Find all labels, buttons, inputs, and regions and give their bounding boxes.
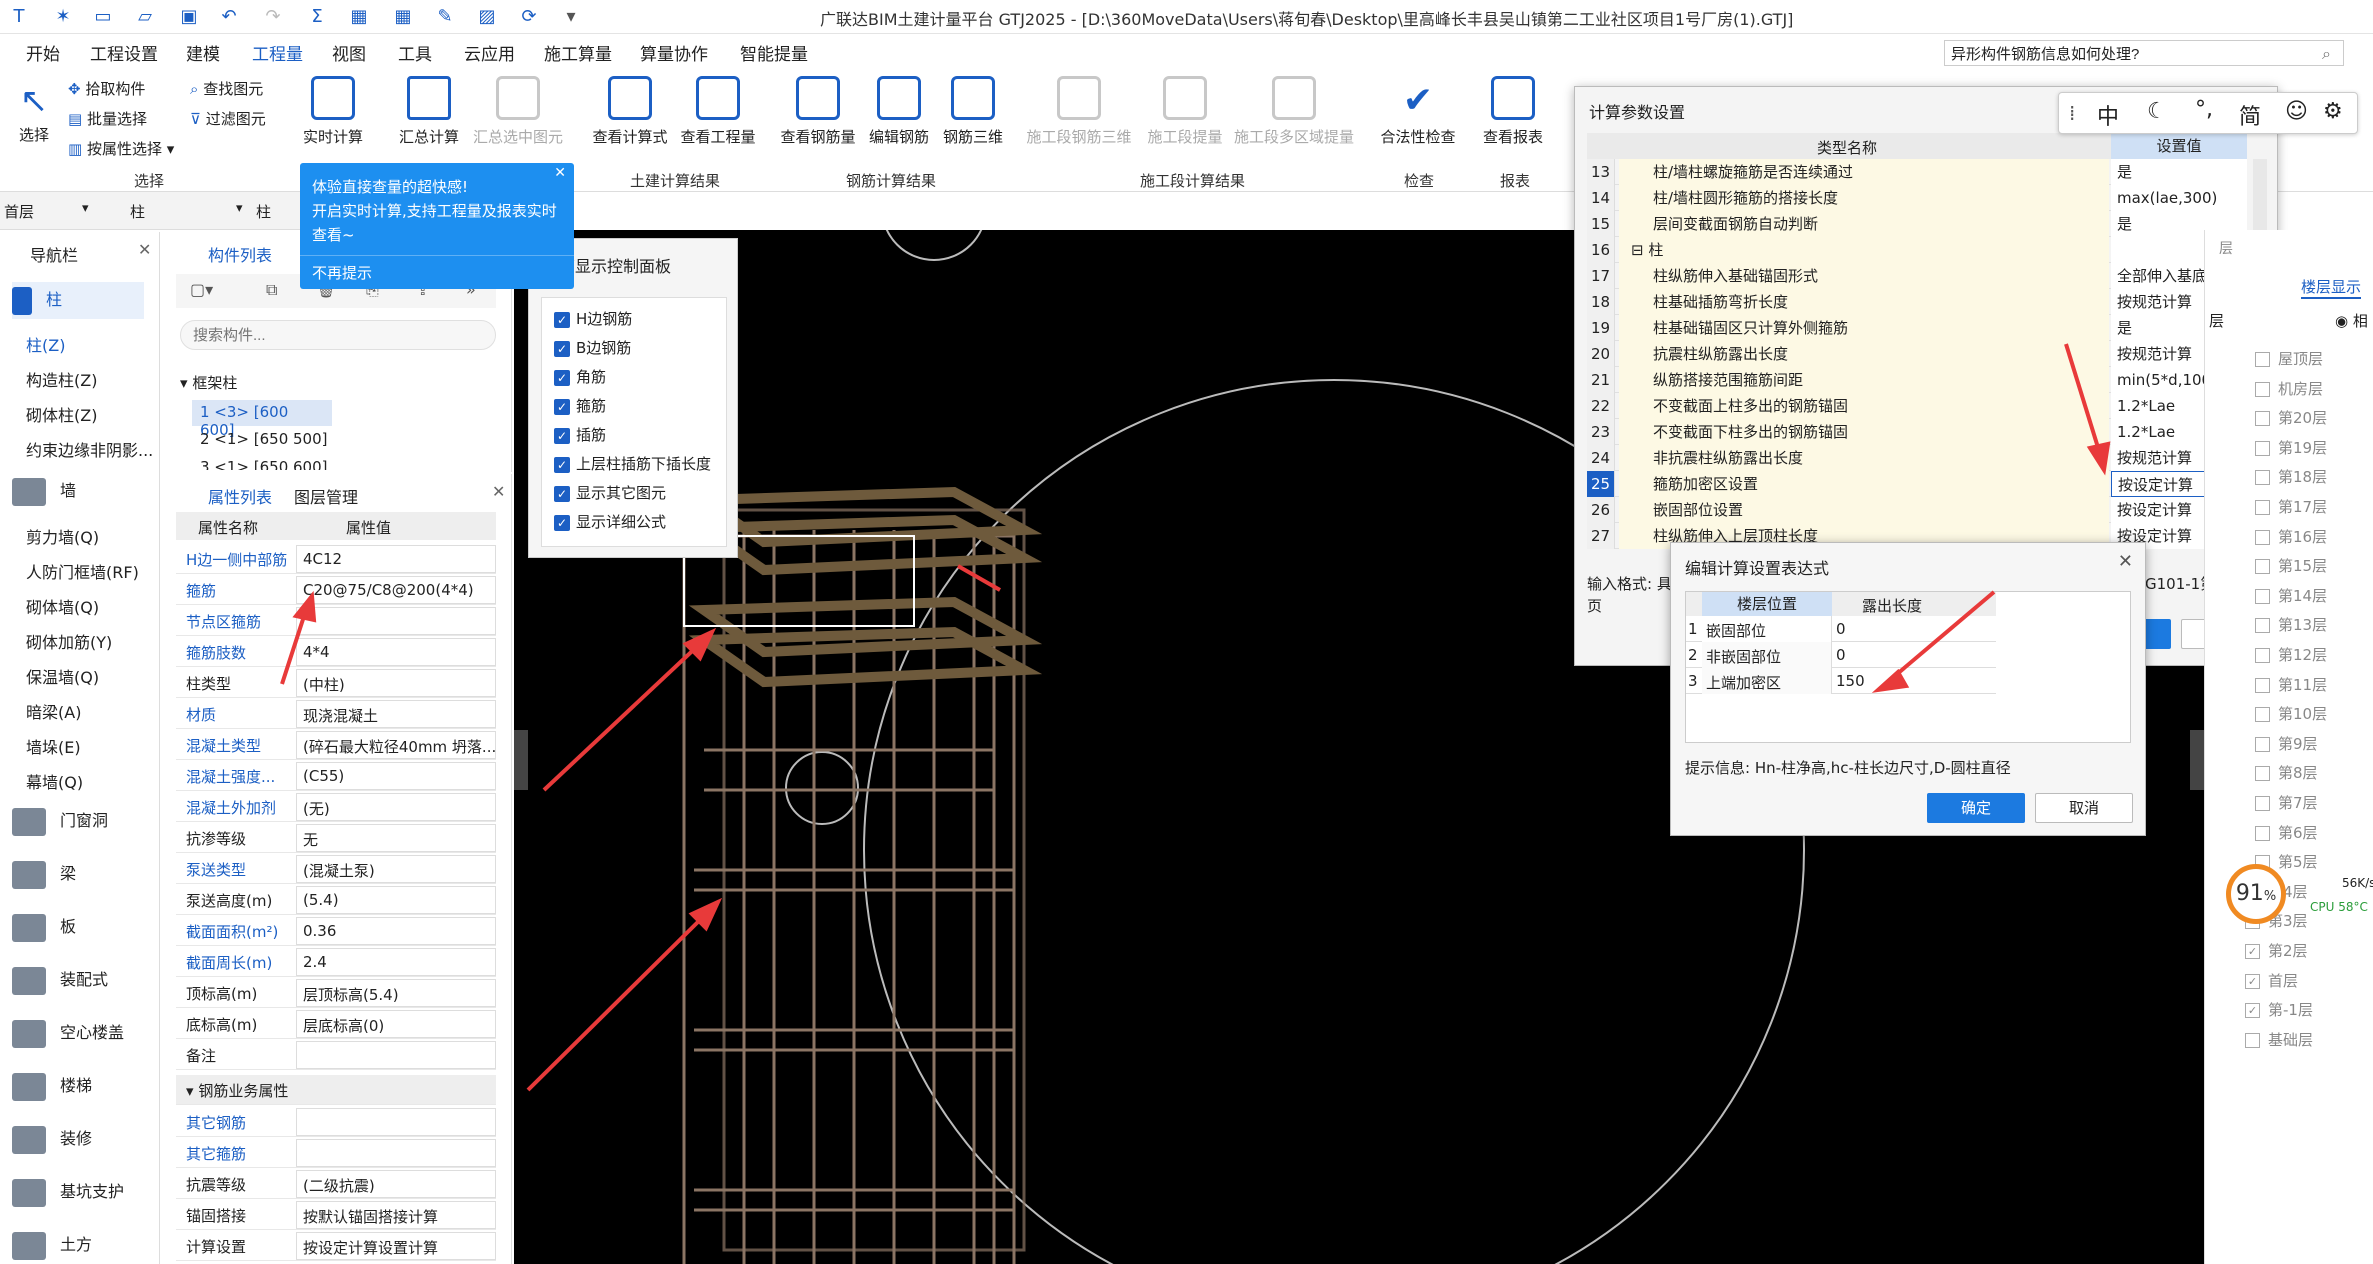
floor-name: 第20层 bbox=[2278, 409, 2328, 428]
checkbox-icon bbox=[2255, 500, 2270, 515]
checkbox-icon bbox=[2255, 707, 2270, 723]
arrowhead-150 bbox=[1871, 668, 1910, 693]
floor-item[interactable]: 第19层 bbox=[2255, 437, 2327, 458]
floor-item[interactable]: ✓ 第2层 bbox=[2245, 940, 2308, 961]
floor-display-panel: 层 楼层显示 层 ◉ 相 屋顶层机房层第20层第19层第18层第17层第16层第… bbox=[2204, 230, 2373, 1264]
floor-name: 第13层 bbox=[2278, 616, 2328, 635]
checkbox-icon bbox=[2255, 529, 2270, 545]
floor-item[interactable]: 屋顶层 bbox=[2255, 348, 2323, 369]
floor-name: 屋顶层 bbox=[2278, 350, 2324, 368]
checkbox-icon bbox=[2255, 618, 2270, 634]
floor-name: 第17层 bbox=[2278, 498, 2328, 516]
checkbox-checked-icon: ✓ bbox=[2245, 973, 2260, 989]
checkbox-icon bbox=[2255, 440, 2270, 456]
floor-name: 第8层 bbox=[2278, 764, 2318, 783]
checkbox-icon bbox=[2255, 648, 2270, 663]
floor-item[interactable]: 第16层 bbox=[2255, 526, 2327, 547]
floor-item[interactable]: 第11层 bbox=[2255, 674, 2327, 695]
floor-item[interactable]: 第8层 bbox=[2255, 762, 2318, 783]
checkbox-checked-icon: ✓ bbox=[2245, 944, 2260, 959]
annotation-arrows bbox=[280, 343, 2111, 693]
tab-floor-display[interactable]: 楼层显示 bbox=[2301, 276, 2362, 299]
floor-item[interactable]: 第12层 bbox=[2255, 644, 2327, 665]
perf-unit: % bbox=[2263, 889, 2277, 904]
checkbox-icon bbox=[2255, 796, 2270, 811]
floor-item[interactable]: 基础层 bbox=[2245, 1029, 2313, 1050]
floor-name: 第5层 bbox=[2278, 853, 2318, 872]
checkbox-checked-icon: ✓ bbox=[2245, 1003, 2260, 1019]
arrow-to-150 bbox=[1888, 590, 1996, 682]
floor-name: 第14层 bbox=[2278, 586, 2328, 605]
floor-item[interactable]: ✓ 首层 bbox=[2245, 970, 2298, 991]
floor-item[interactable]: 第14层 bbox=[2255, 585, 2327, 606]
floor-item[interactable]: 第15层 bbox=[2255, 555, 2327, 576]
floor-item[interactable]: 第13层 bbox=[2255, 614, 2327, 635]
floor-name: 第18层 bbox=[2278, 468, 2328, 487]
checkbox-icon bbox=[2255, 559, 2270, 575]
floor-name: 第11层 bbox=[2278, 675, 2328, 694]
checkbox-icon bbox=[2255, 411, 2270, 427]
arrowhead-stirrup-prop bbox=[292, 590, 317, 623]
floor-name: 第6层 bbox=[2278, 823, 2318, 842]
floor-name: 第16层 bbox=[2278, 527, 2328, 546]
floor-name: 第-1层 bbox=[2268, 1001, 2313, 1020]
floor-item[interactable]: 第10层 bbox=[2255, 703, 2327, 724]
scope-option-label: 相 bbox=[2352, 312, 2368, 330]
arrow-to-viewport bbox=[957, 564, 1001, 592]
checkbox-icon bbox=[2255, 825, 2270, 841]
perf-pct: 91 bbox=[2235, 881, 2264, 906]
floor-item[interactable]: 第20层 bbox=[2255, 407, 2327, 428]
floor-item[interactable]: 机房层 bbox=[2255, 378, 2323, 399]
floor-name: 基础层 bbox=[2268, 1030, 2314, 1049]
floor-name: 第15层 bbox=[2278, 557, 2328, 576]
arrowhead-stirrup-setting bbox=[2086, 441, 2111, 476]
floor-name: 第10层 bbox=[2278, 705, 2328, 724]
floor-item[interactable]: 第17层 bbox=[2255, 496, 2327, 517]
floor-name: 第19层 bbox=[2278, 438, 2328, 457]
floor-item[interactable]: ✓ 第-1层 bbox=[2245, 999, 2313, 1020]
floor-name: 第2层 bbox=[2268, 942, 2308, 960]
checkbox-icon bbox=[2245, 1032, 2260, 1048]
floor-name: 首层 bbox=[2268, 971, 2299, 990]
checkbox-icon bbox=[2255, 736, 2270, 752]
checkbox-icon bbox=[2255, 677, 2270, 693]
checkbox-icon bbox=[2255, 766, 2270, 782]
floor-name: 第9层 bbox=[2278, 734, 2318, 753]
floor-item[interactable]: 第9层 bbox=[2255, 733, 2318, 754]
net-speed: 56K/s bbox=[2342, 876, 2373, 890]
floor-name: 第12层 bbox=[2278, 646, 2328, 664]
performance-gauge[interactable]: 91% bbox=[2226, 864, 2286, 924]
floor-item[interactable]: 第18层 bbox=[2255, 466, 2327, 487]
checkbox-icon bbox=[2255, 381, 2270, 397]
scope-label: 层 bbox=[2209, 312, 2225, 330]
checkbox-icon bbox=[2255, 352, 2270, 367]
floor-name: 机房层 bbox=[2278, 379, 2324, 398]
arrow-to-stirrup-setting bbox=[2064, 343, 2102, 455]
floor-item[interactable]: 第6层 bbox=[2255, 822, 2318, 843]
floor-name: 第7层 bbox=[2278, 794, 2318, 812]
panel-partial-label: 层 bbox=[2219, 241, 2233, 257]
checkbox-icon bbox=[2255, 588, 2270, 604]
radio-option[interactable]: ◉ 相 bbox=[2335, 310, 2368, 331]
cpu-temp: CPU 58°C bbox=[2310, 900, 2368, 914]
checkbox-icon bbox=[2255, 470, 2270, 486]
arrow-to-stirrup-prop bbox=[280, 609, 308, 685]
floor-item[interactable]: 第7层 bbox=[2255, 792, 2318, 813]
